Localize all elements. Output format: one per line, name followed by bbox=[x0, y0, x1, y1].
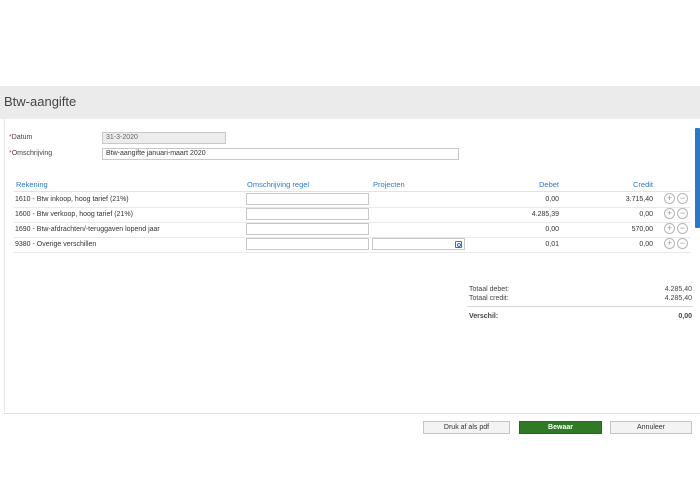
row-debet: 0,01 bbox=[545, 241, 559, 248]
datum-field[interactable]: 31-3-2020 bbox=[102, 132, 226, 144]
row-credit: 570,00 bbox=[631, 226, 653, 233]
omschrijving-regel-input[interactable] bbox=[246, 193, 369, 205]
column-header-omschrijving-regel[interactable]: Omschrijving regel bbox=[247, 180, 309, 189]
add-row-icon[interactable]: + bbox=[664, 238, 675, 249]
totaal-debet-label: Totaal debet: bbox=[469, 286, 510, 293]
add-row-icon[interactable]: + bbox=[664, 223, 675, 234]
row-debet: 0,00 bbox=[545, 226, 559, 233]
row-rekening: 1690 - Btw-afdrachten/-teruggaven lopend… bbox=[15, 226, 160, 233]
add-row-icon[interactable]: + bbox=[664, 193, 675, 204]
table-row: 1690 - Btw-afdrachten/-teruggaven lopend… bbox=[14, 222, 690, 238]
column-header-rekening[interactable]: Rekening bbox=[16, 180, 48, 189]
row-rekening: 1610 - Btw inkoop, hoog tarief (21%) bbox=[15, 196, 129, 203]
remove-row-icon[interactable]: − bbox=[677, 193, 688, 204]
remove-row-icon[interactable]: − bbox=[677, 208, 688, 219]
add-row-icon[interactable]: + bbox=[664, 208, 675, 219]
totals-divider bbox=[467, 306, 693, 307]
row-credit: 0,00 bbox=[639, 241, 653, 248]
page-header: Btw-aangifte bbox=[0, 86, 700, 119]
totaal-debet-value: 4.285,40 bbox=[664, 286, 692, 293]
row-credit: 0,00 bbox=[639, 211, 653, 218]
datum-label: *Datum bbox=[9, 134, 33, 141]
table-row: 1610 - Btw inkoop, hoog tarief (21%) 0,0… bbox=[14, 192, 690, 208]
omschrijving-regel-input[interactable] bbox=[246, 223, 369, 235]
row-rekening: 1600 - Btw verkoop, hoog tarief (21%) bbox=[15, 211, 133, 218]
verschil-value: 0,00 bbox=[678, 313, 692, 320]
omschrijving-regel-input[interactable] bbox=[246, 238, 369, 250]
verschil-label: Verschil: bbox=[469, 313, 499, 320]
scrollbar-thumb[interactable] bbox=[695, 128, 700, 228]
table-row: 9380 - Overige verschillen 0,01 0,00 + − bbox=[14, 237, 690, 253]
row-credit: 3.715,40 bbox=[625, 196, 653, 203]
row-debet: 0,00 bbox=[545, 196, 559, 203]
row-debet: 4.285,39 bbox=[531, 211, 559, 218]
search-lookup-icon[interactable] bbox=[455, 241, 462, 248]
table-row: 1600 - Btw verkoop, hoog tarief (21%) 4.… bbox=[14, 207, 690, 223]
save-button[interactable]: Bewaar bbox=[519, 421, 602, 434]
omschrijving-field[interactable]: Btw-aangifte januari-maart 2020 bbox=[102, 148, 459, 160]
page-title: Btw-aangifte bbox=[4, 94, 77, 109]
cancel-button[interactable]: Annuleer bbox=[610, 421, 692, 434]
projecten-input[interactable] bbox=[372, 238, 465, 250]
remove-row-icon[interactable]: − bbox=[677, 238, 688, 249]
column-header-projecten[interactable]: Projecten bbox=[373, 180, 405, 189]
form-panel bbox=[4, 119, 700, 412]
print-pdf-button[interactable]: Druk af als pdf bbox=[423, 421, 510, 434]
omschrijving-label: *Omschrijving bbox=[9, 150, 53, 157]
column-header-debet[interactable]: Debet bbox=[500, 180, 559, 189]
column-header-credit[interactable]: Credit bbox=[594, 180, 653, 189]
totaal-credit-label: Totaal credit: bbox=[469, 295, 509, 302]
remove-row-icon[interactable]: − bbox=[677, 223, 688, 234]
row-rekening: 9380 - Overige verschillen bbox=[15, 241, 97, 248]
omschrijving-regel-input[interactable] bbox=[246, 208, 369, 220]
totaal-credit-value: 4.285,40 bbox=[664, 295, 692, 302]
